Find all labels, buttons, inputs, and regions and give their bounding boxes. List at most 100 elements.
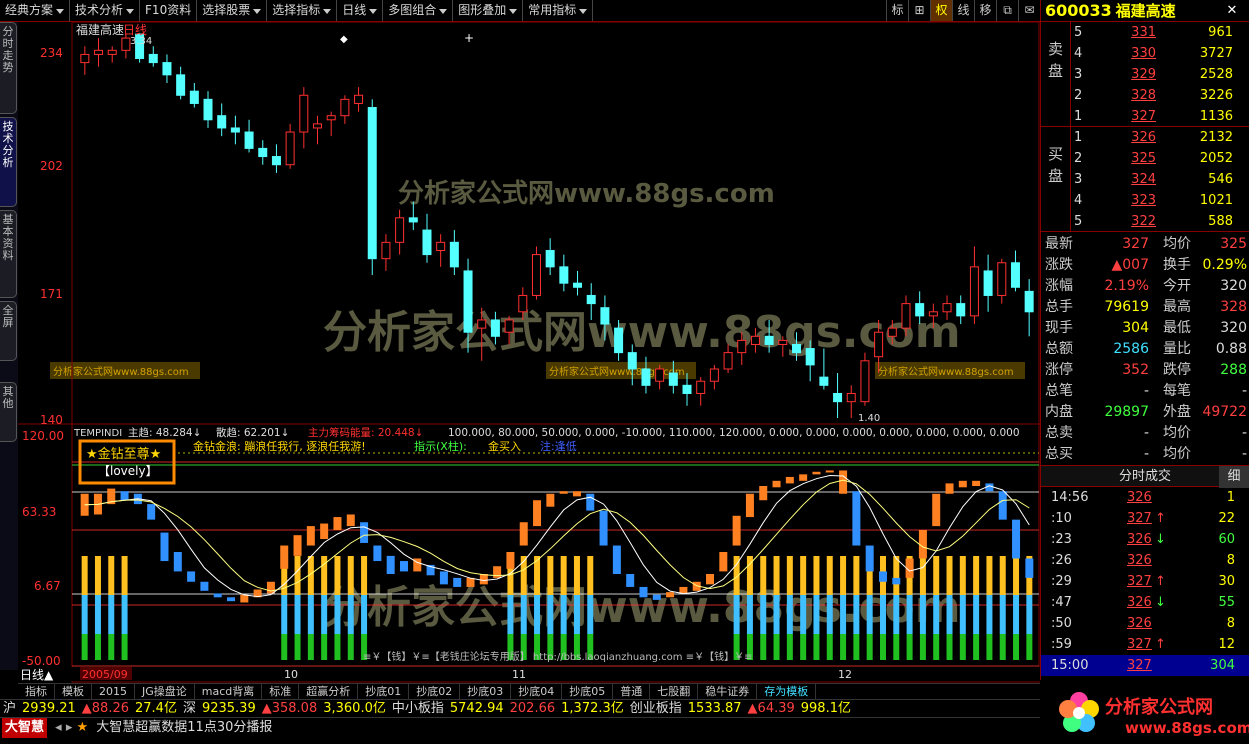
tick-time: :26 (1051, 553, 1072, 568)
watermark-small: 分析家公式网www.88gs.com (549, 365, 685, 378)
price-value[interactable]: 323 (1116, 190, 1156, 211)
tab-other[interactable]: 其他 (0, 382, 17, 442)
news-headline[interactable]: 大智慧超赢数据11点30分播报 (96, 720, 272, 735)
indicator-bar (533, 500, 542, 527)
volume-bar (81, 634, 88, 660)
volume-bar (853, 634, 860, 660)
tick-volume: 30 (1218, 574, 1235, 589)
tick-volume: 12 (1218, 637, 1235, 652)
quote-label: 换手 (1163, 257, 1191, 273)
tick-title: 分时成交 (1118, 469, 1171, 484)
candle-body (381, 241, 391, 260)
template-tab-10[interactable]: 抄底04 (511, 684, 563, 699)
bids-row: 2 325 2052 (1071, 148, 1249, 169)
indicator-bar (293, 535, 302, 556)
price-value[interactable]: 331 (1116, 22, 1156, 43)
quote-value: 288 (1220, 362, 1247, 378)
asks-row: 2 328 3226 (1071, 85, 1249, 106)
quote-label: 跌停 (1163, 362, 1191, 378)
quote-row: 总卖 - 均价 - (1045, 423, 1247, 444)
menu-item-2[interactable]: F10资料 (140, 0, 198, 21)
date-label-1: 10 (284, 668, 298, 681)
volume-bar (959, 634, 966, 660)
mark-button[interactable]: 标 (886, 0, 908, 21)
candle-body (449, 241, 459, 268)
price-value[interactable]: 324 (1116, 169, 1156, 190)
mail-icon[interactable]: ✉ (1018, 0, 1040, 21)
price-value[interactable]: 327 (1116, 106, 1156, 127)
quote-row: 最新 327 均价 325 (1045, 234, 1247, 255)
price-value[interactable]: 328 (1116, 85, 1156, 106)
tab-fullscreen[interactable]: 全屏 (0, 301, 17, 361)
indicator-bar (439, 571, 448, 585)
template-tab-13[interactable]: 七股翻 (650, 684, 699, 699)
tick-row: :47 326 ↓ 55 (1041, 592, 1249, 613)
price-value[interactable]: 325 (1116, 148, 1156, 169)
indicator-bar (360, 522, 369, 543)
indicator-bar (759, 486, 768, 501)
template-tab-1[interactable]: 模板 (55, 684, 92, 699)
quote-label: 量比 (1163, 341, 1191, 357)
volume-bar (933, 634, 940, 660)
template-tab-7[interactable]: 抄底01 (358, 684, 410, 699)
min-price-label: 1.40 (858, 413, 880, 424)
candle-body (203, 98, 213, 121)
template-tab-0[interactable]: 指标 (18, 684, 55, 699)
volume-bar (866, 634, 873, 660)
menu-item-8[interactable]: 常用指标 (523, 0, 594, 21)
menu-item-5[interactable]: 日线 (337, 0, 384, 21)
menu-item-0[interactable]: 经典方案 (0, 0, 71, 21)
menu-item-1[interactable]: 技术分析 (70, 0, 141, 21)
template-tab-14[interactable]: 稳牛证券 (698, 684, 758, 699)
menu-item-7[interactable]: 图形叠加 (453, 0, 524, 21)
bids-row: 5 322 588 (1071, 211, 1249, 232)
price-value[interactable]: 322 (1116, 211, 1156, 232)
template-tab-2[interactable]: 2015 (92, 684, 135, 699)
template-tab-6[interactable]: 超赢分析 (299, 684, 359, 699)
template-tab-4[interactable]: macd背离 (195, 684, 263, 699)
indicator-bar (839, 470, 848, 494)
chart-area[interactable]: 分析家公式网www.88gs.com 分析家公式网www.88gs.com 分析家公… (18, 22, 1040, 683)
period-indicator[interactable]: 日线▲ (20, 668, 54, 682)
volume-bar (1026, 634, 1033, 660)
menu-item-3[interactable]: 选择股票 (197, 0, 268, 21)
template-tab-12[interactable]: 普通 (613, 684, 651, 699)
template-tab-8[interactable]: 抄底02 (409, 684, 461, 699)
candle-body (860, 360, 870, 403)
price-value[interactable]: 329 (1116, 64, 1156, 85)
tab-intraday[interactable]: 分时走势 (0, 22, 17, 114)
grid-icon[interactable]: ⊞ (908, 0, 930, 21)
template-tab-3[interactable]: JG操盘论 (135, 684, 195, 699)
detail-button[interactable]: 细 (1219, 466, 1249, 488)
indicator-bar (479, 574, 488, 585)
menu-item-4[interactable]: 选择指标 (267, 0, 338, 21)
template-tab-9[interactable]: 抄底03 (460, 684, 512, 699)
line-button[interactable]: 线 (952, 0, 974, 21)
tab-technical[interactable]: 技术分析 (0, 117, 17, 207)
volume-bar (587, 556, 594, 595)
tab-fundamentals[interactable]: 基本资料 (0, 210, 17, 298)
window-icon[interactable]: ⧉ (996, 0, 1018, 21)
watermark-small: 分析家公式网www.88gs.com (878, 365, 1014, 378)
candle-body (299, 94, 309, 133)
nav-arrows-icon[interactable]: ◂ ▸ (55, 720, 72, 735)
close-icon[interactable]: ✕ (1221, 0, 1243, 21)
menu-item-6[interactable]: 多图组合 (383, 0, 454, 21)
quote-value: - (1241, 383, 1247, 399)
candle-body (969, 266, 979, 317)
candle-body (217, 115, 227, 129)
stock-code: 600033 (1045, 1, 1112, 20)
price-tick-202: 202 (40, 159, 63, 173)
level-label: 5 (1074, 214, 1083, 229)
template-tab-15[interactable]: 存为模板 (757, 684, 817, 699)
template-tab-5[interactable]: 标准 (262, 684, 300, 699)
volume-bar (973, 634, 980, 660)
quote-label: 每笔 (1163, 383, 1191, 399)
move-button[interactable]: 移 (974, 0, 996, 21)
price-value[interactable]: 326 (1116, 127, 1156, 148)
price-value[interactable]: 330 (1116, 43, 1156, 64)
template-tab-11[interactable]: 抄底05 (562, 684, 614, 699)
candle-body (244, 131, 254, 149)
volume-bar (933, 595, 940, 634)
rights-button[interactable]: 权 (930, 0, 952, 21)
